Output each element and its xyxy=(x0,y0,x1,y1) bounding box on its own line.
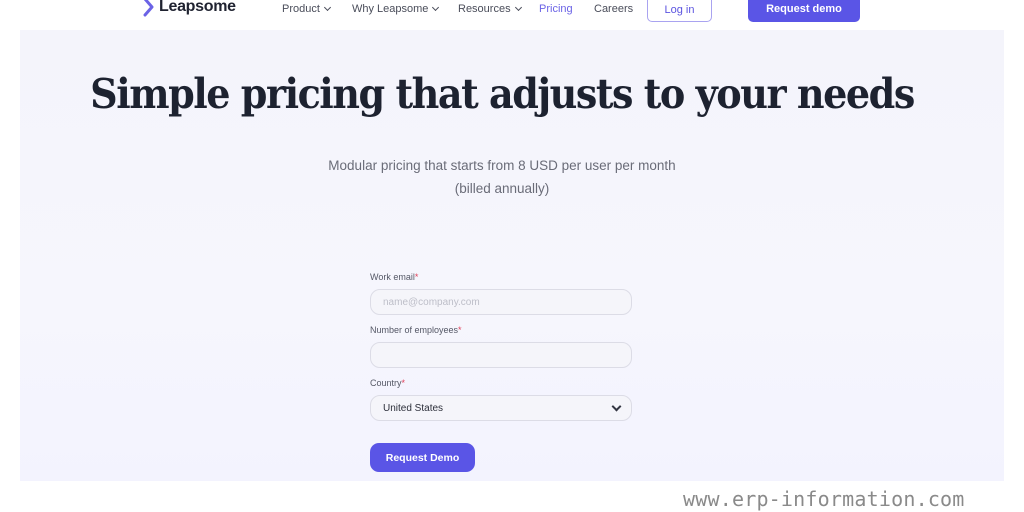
brand-name: Leapsome xyxy=(159,0,236,15)
employees-label: Number of employees* xyxy=(370,325,632,337)
nav-item-product[interactable]: Product xyxy=(282,3,331,15)
nav-item-why-leapsome[interactable]: Why Leapsome xyxy=(352,3,440,15)
nav-item-label: Pricing xyxy=(539,3,573,15)
email-field[interactable]: name@company.com xyxy=(370,289,632,315)
watermark-text: www.erp-information.com xyxy=(683,487,965,511)
employees-field[interactable] xyxy=(370,342,632,368)
chevron-down-icon xyxy=(611,401,622,411)
employees-label-text: Number of employees xyxy=(370,325,459,335)
email-placeholder: name@company.com xyxy=(383,296,480,308)
nav-item-label: Resources xyxy=(458,3,511,15)
leapsome-logo-icon xyxy=(143,0,154,17)
country-select[interactable]: United States xyxy=(370,395,632,421)
login-button[interactable]: Log in xyxy=(647,0,712,22)
required-mark: * xyxy=(414,272,419,282)
nav-item-resources[interactable]: Resources xyxy=(458,3,522,15)
request-demo-nav-button[interactable]: Request demo xyxy=(748,0,860,22)
country-selected-value: United States xyxy=(383,402,444,414)
chevron-down-icon xyxy=(514,3,522,11)
billing-note: (billed annually) xyxy=(454,181,550,196)
nav-item-label: Careers xyxy=(594,3,634,15)
country-label-text: Country xyxy=(370,378,402,388)
email-label: Work email* xyxy=(370,272,632,284)
top-nav: Leapsome Product Why Leapsome Resources … xyxy=(0,0,1024,26)
chevron-down-icon xyxy=(432,3,440,11)
nav-item-pricing[interactable]: Pricing xyxy=(539,3,573,15)
nav-item-careers[interactable]: Careers xyxy=(594,3,633,15)
email-label-text: Work email xyxy=(370,272,415,282)
page-title: Simple pricing that adjusts to your need… xyxy=(90,70,915,118)
request-demo-submit-button[interactable]: Request Demo xyxy=(370,443,475,472)
nav-item-label: Product xyxy=(282,3,320,15)
nav-item-label: Why Leapsome xyxy=(352,3,429,15)
brand-logo[interactable]: Leapsome xyxy=(142,0,236,18)
pricing-subtitle: Modular pricing that starts from 8 USD p… xyxy=(328,158,676,173)
employees-group: Number of employees* xyxy=(370,325,632,368)
email-group: Work email* name@company.com xyxy=(370,272,632,315)
country-group: Country* United States xyxy=(370,378,632,421)
chevron-down-icon xyxy=(323,3,331,11)
country-label: Country* xyxy=(370,378,632,390)
required-mark: * xyxy=(458,325,462,335)
required-mark: * xyxy=(401,378,406,388)
demo-request-form: Work email* name@company.com Number of e… xyxy=(370,272,632,472)
